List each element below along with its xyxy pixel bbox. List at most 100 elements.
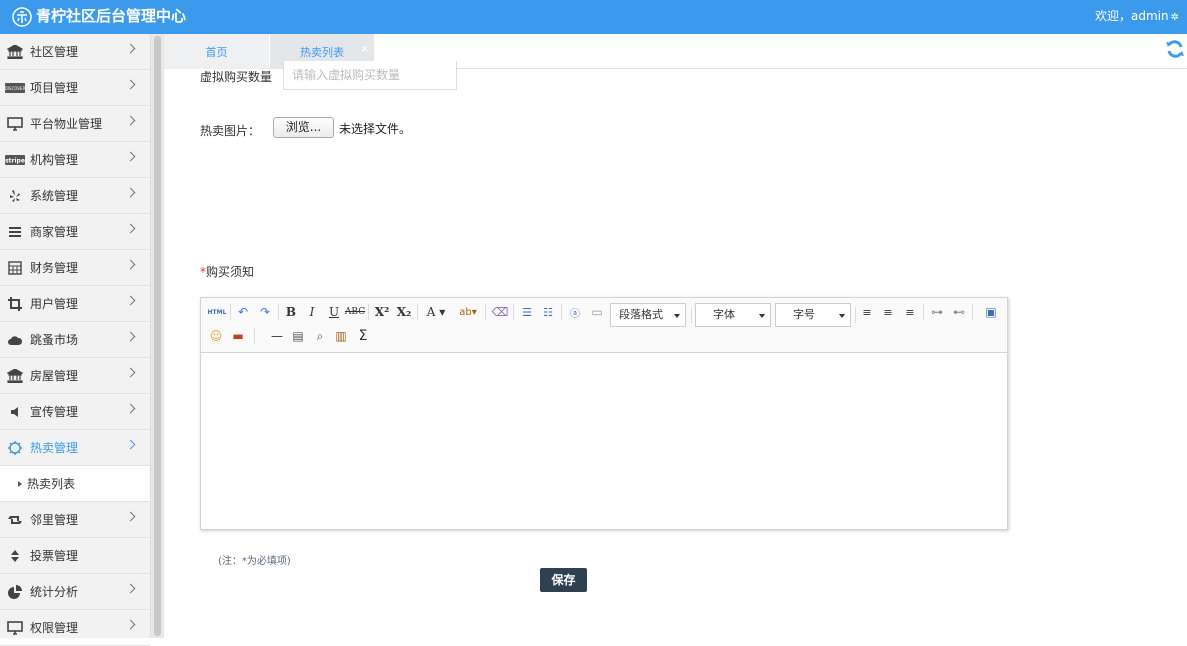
close-icon[interactable]: × (360, 43, 369, 55)
image-insert-icon[interactable]: ▬ (229, 327, 247, 345)
sidebar-item-promotion[interactable]: 宣传管理 (0, 394, 150, 430)
chevron-right-icon (125, 367, 136, 378)
sidebar-item-org[interactable]: stripe 机构管理 (0, 142, 150, 178)
font-color-icon[interactable]: A ▾ (423, 303, 449, 321)
sidebar-item-users[interactable]: 用户管理 (0, 286, 150, 322)
caret-down-icon (759, 314, 765, 318)
toolbar-separator (230, 304, 231, 320)
highlight-color-icon[interactable]: ab▾ (455, 303, 481, 321)
strikethrough-icon[interactable]: ABC (345, 303, 365, 321)
sidebar-item-voting[interactable]: 投票管理 (0, 538, 150, 574)
virtual-qty-input[interactable]: 请输入虚拟购买数量 (283, 61, 457, 90)
sidebar-scrollbar[interactable] (150, 34, 164, 638)
svg-text:stripe: stripe (5, 157, 25, 164)
paragraph-format-select[interactable]: 段落格式 (610, 303, 686, 327)
sidebar-subitem-hot-sale-list[interactable]: 热卖列表 (0, 466, 150, 502)
discover-card-icon: DISCOVER (4, 80, 26, 96)
sidebar-item-flea-market[interactable]: 跳蚤市场 (0, 322, 150, 358)
sidebar-item-label: 跳蚤市场 (30, 333, 79, 347)
virtual-qty-label: 虚拟购买数量 (200, 70, 273, 84)
toolbar-separator (513, 304, 514, 320)
align-center-icon[interactable]: ≡ (879, 303, 897, 321)
caret-down-icon (674, 314, 680, 318)
bold-icon[interactable]: B (282, 303, 300, 321)
horizontal-rule-icon[interactable]: — (268, 327, 286, 345)
font-size-select[interactable]: 字号 (775, 303, 851, 327)
rich-text-editor: HTML ↶ ↷ B I U ABC X² X₂ A ▾ ab▾ ⌫ ☰ ☷ ⓐ… (200, 297, 1008, 530)
preview-icon[interactable]: ▣ (982, 303, 1000, 321)
tab-label: 热卖列表 (300, 46, 344, 59)
html-source-icon[interactable]: HTML (207, 303, 227, 321)
underline-icon[interactable]: U (325, 303, 343, 321)
toolbar-separator (691, 307, 692, 323)
calculator-icon (4, 260, 26, 276)
chevron-right-icon (125, 151, 136, 162)
sidebar-item-hot-sale[interactable]: 热卖管理 (0, 430, 150, 466)
sidebar-item-projects[interactable]: DISCOVER 项目管理 (0, 70, 150, 106)
eraser-icon[interactable]: ⌫ (491, 303, 509, 321)
volume-icon (4, 404, 26, 420)
toolbar-separator (254, 328, 255, 344)
print-icon[interactable]: ▤ (289, 327, 307, 345)
undo-icon[interactable]: ↶ (234, 303, 252, 321)
gear-icon[interactable]: ✲ (1171, 12, 1179, 23)
sidebar-item-housing[interactable]: 房屋管理 (0, 358, 150, 394)
sidebar-item-neighbors[interactable]: 邻里管理 (0, 502, 150, 538)
unlink-icon[interactable]: ⊷ (950, 303, 968, 321)
emoji-icon[interactable]: ☺ (207, 327, 225, 345)
sidebar-item-label: 权限管理 (30, 621, 79, 635)
browse-file-button[interactable]: 浏览... (273, 117, 334, 138)
welcome-user[interactable]: 欢迎，admin ✲ (1095, 9, 1179, 25)
link-icon[interactable]: ⊶ (928, 303, 946, 321)
chevron-right-icon (125, 259, 136, 270)
sidebar-item-property[interactable]: 平台物业管理 (0, 106, 150, 142)
editor-content-area[interactable] (201, 354, 1007, 529)
sidebar-item-label: 平台物业管理 (30, 117, 103, 131)
paste-icon[interactable]: ▥ (332, 327, 350, 345)
font-family-select[interactable]: 字体 (695, 303, 771, 327)
clear-doc-icon[interactable]: ▭ (588, 303, 606, 321)
refresh-icon[interactable] (1165, 39, 1185, 59)
sidebar-item-statistics[interactable]: 统计分析 (0, 574, 150, 610)
scrollbar-thumb[interactable] (154, 36, 161, 636)
chevron-right-icon (125, 619, 136, 630)
align-left-icon[interactable]: ≡ (858, 303, 876, 321)
sort-icon (4, 548, 26, 564)
sidebar-item-permissions[interactable]: 权限管理 (0, 610, 150, 646)
sidebar-item-community[interactable]: 社区管理 (0, 34, 150, 70)
chevron-right-icon (125, 79, 136, 90)
sidebar-item-finance[interactable]: 财务管理 (0, 250, 150, 286)
subscript-icon[interactable]: X₂ (395, 303, 413, 321)
select-all-icon[interactable]: ⓐ (566, 303, 584, 321)
ordered-list-icon[interactable]: ☰ (518, 303, 536, 321)
sidebar-item-system[interactable]: 系统管理 (0, 178, 150, 214)
sidebar-item-label: 机构管理 (30, 153, 79, 167)
stripe-icon: stripe (4, 152, 26, 168)
sidebar-item-label: 项目管理 (30, 81, 79, 95)
toolbar-separator (417, 304, 418, 320)
zoom-icon[interactable]: ⌕ (311, 327, 329, 345)
select-value: 段落格式 (619, 308, 663, 321)
sidebar-item-label: 房屋管理 (30, 369, 79, 383)
gear-outline-icon (4, 440, 26, 456)
redo-icon[interactable]: ↷ (256, 303, 274, 321)
select-value: 字体 (713, 308, 735, 321)
formula-sigma-icon[interactable]: Σ (354, 327, 372, 345)
purchase-notice-label: *购买须知 (200, 263, 254, 280)
chevron-right-icon (125, 43, 136, 54)
align-right-icon[interactable]: ≡ (901, 303, 919, 321)
sidebar-item-label: 邻里管理 (30, 513, 79, 527)
unordered-list-icon[interactable]: ☷ (539, 303, 557, 321)
sidebar-item-merchants[interactable]: 商家管理 (0, 214, 150, 250)
tab-home[interactable]: 首页 (164, 34, 269, 69)
save-button[interactable]: 保存 (540, 568, 587, 592)
sidebar-item-label: 系统管理 (30, 189, 79, 203)
sidebar-item-label: 统计分析 (30, 585, 79, 599)
sidebar-item-label: 用户管理 (30, 297, 79, 311)
italic-icon[interactable]: I (303, 303, 321, 321)
select-value: 字号 (793, 308, 815, 321)
no-file-text: 未选择文件。 (339, 122, 412, 136)
chevron-right-icon (125, 403, 136, 414)
cloud-icon (4, 332, 26, 348)
superscript-icon[interactable]: X² (373, 303, 391, 321)
